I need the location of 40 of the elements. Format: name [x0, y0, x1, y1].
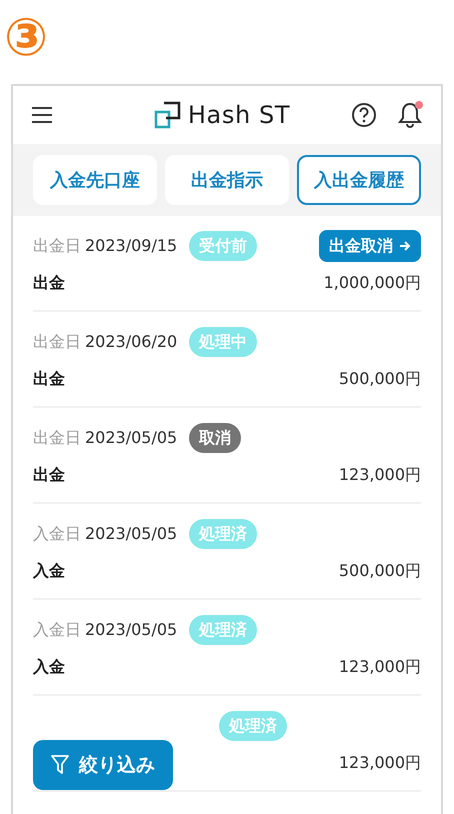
status-badge: 受付前 — [189, 231, 258, 261]
amount: 123,000円 — [338, 656, 421, 678]
tab[interactable]: 入金先口座 — [33, 155, 157, 205]
date-label: 入金日 — [33, 523, 81, 545]
transaction-type: 出金 — [33, 272, 65, 294]
status-badge: 取消 — [189, 423, 242, 453]
date-label: 入金日 — [33, 619, 81, 641]
date-label: 出金日 — [33, 427, 81, 449]
status-badge: 処理済 — [189, 615, 258, 645]
amount: 500,000円 — [338, 560, 421, 582]
transaction-type: 入金 — [33, 560, 65, 582]
menu-icon[interactable] — [31, 107, 53, 123]
date: 2023/05/05 — [85, 427, 178, 449]
date: 2023/05/05 — [85, 523, 178, 545]
tab[interactable]: 出金指示 — [165, 155, 289, 205]
date: 2023/09/15 — [85, 235, 178, 257]
amount: 123,000円 — [338, 752, 421, 774]
amount: 1,000,000円 — [324, 272, 421, 294]
status-badge: 処理済 — [189, 519, 258, 549]
arrow-icon — [399, 240, 411, 252]
logo-icon — [154, 101, 182, 129]
help-icon[interactable] — [351, 102, 377, 128]
transaction-type: 出金 — [33, 464, 65, 486]
date: 2023/06/20 — [85, 331, 178, 353]
date-label: 出金日 — [33, 235, 81, 257]
amount: 500,000円 — [338, 368, 421, 390]
status-badge: 処理中 — [189, 327, 258, 357]
bell-icon[interactable] — [397, 101, 423, 129]
date-label: 出金日 — [33, 331, 81, 353]
transaction-type: 入金 — [33, 656, 65, 678]
step-number: ③ — [4, 8, 48, 68]
filter-icon — [51, 755, 69, 775]
transaction-type: 出金 — [33, 368, 65, 390]
filter-button[interactable]: 絞り込み — [33, 740, 173, 790]
tab[interactable]: 入出金履歴 — [297, 155, 421, 205]
status-badge: 処理済 — [219, 711, 287, 741]
amount: 123,000円 — [338, 464, 421, 486]
cancel-button[interactable]: 出金取消 — [319, 230, 421, 262]
brand-name: Hash ST — [188, 100, 290, 131]
date: 2023/05/05 — [85, 619, 178, 641]
